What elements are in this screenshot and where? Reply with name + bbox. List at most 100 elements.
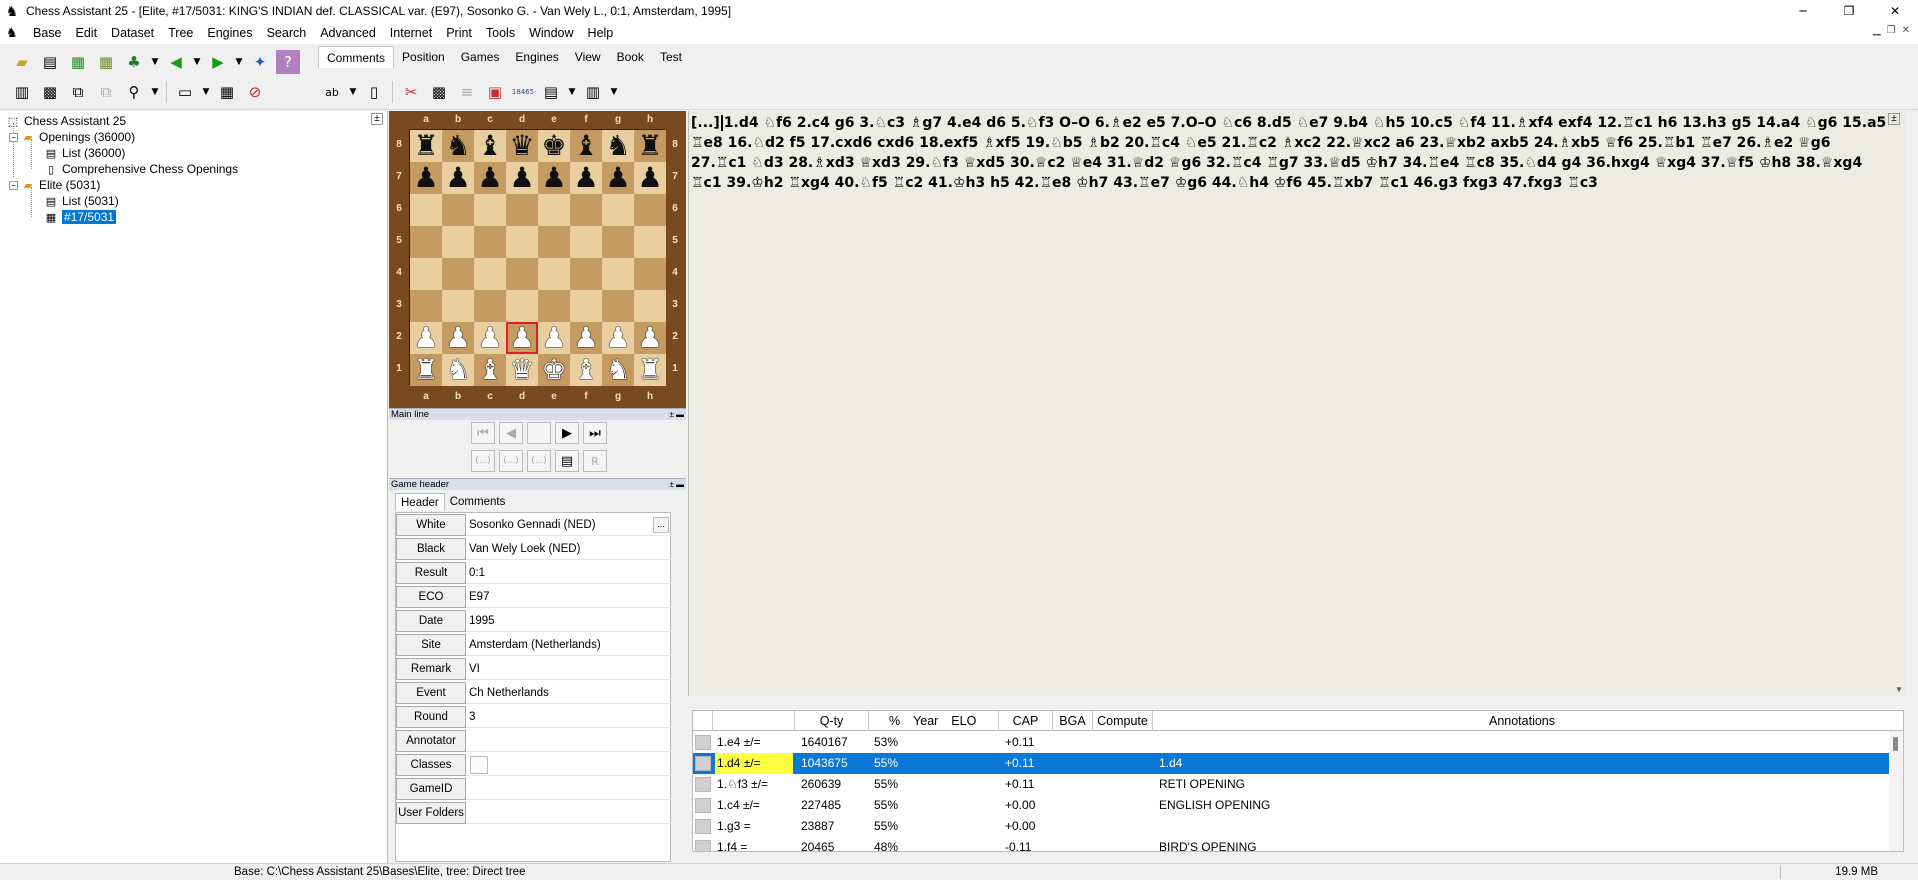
- black-king-icon[interactable]: ♚: [541, 132, 566, 160]
- menu-window[interactable]: Window: [522, 22, 580, 44]
- header-field-value[interactable]: Van Wely Loek (NED): [468, 538, 672, 560]
- last-move-button[interactable]: ⏭: [583, 422, 607, 444]
- square-f4[interactable]: [570, 258, 602, 290]
- header-field-value[interactable]: 0:1: [468, 562, 672, 584]
- menu-base[interactable]: Base: [26, 22, 69, 44]
- square-a1[interactable]: ♜: [410, 354, 442, 386]
- panel-collapse-icon[interactable]: ± ▬: [669, 479, 684, 491]
- white-pawn-icon[interactable]: ♟: [477, 324, 502, 352]
- analysis-dropdown-icon[interactable]: ▼: [565, 80, 579, 104]
- scroll-down-icon[interactable]: ▼: [1895, 685, 1903, 694]
- square-h3[interactable]: [634, 290, 666, 322]
- col-qty[interactable]: Q-ty: [795, 711, 869, 731]
- header-field-value[interactable]: [468, 778, 672, 800]
- square-h8[interactable]: ♜: [634, 130, 666, 162]
- mdi-minimize-icon[interactable]: ▁: [1873, 25, 1881, 36]
- tree-move-row[interactable]: 1.c4 ±/= 227485 55% +0.00 ENGLISH OPENING: [693, 795, 1889, 816]
- menu-tree[interactable]: Tree: [161, 22, 200, 44]
- black-bishop-icon[interactable]: ♝: [573, 132, 598, 160]
- header-field-value[interactable]: [468, 754, 672, 776]
- square-c5[interactable]: [474, 226, 506, 258]
- mdi-restore-icon[interactable]: ❐: [1887, 25, 1896, 36]
- header-field-value[interactable]: VI: [468, 658, 672, 680]
- square-h2[interactable]: ♟: [634, 322, 666, 354]
- col-pct-year-elo[interactable]: % Year ELO: [869, 711, 999, 731]
- square-c2[interactable]: ♟: [474, 322, 506, 354]
- square-a8[interactable]: ♜: [410, 130, 442, 162]
- square-f1[interactable]: ♝: [570, 354, 602, 386]
- white-knight-icon[interactable]: ♞: [605, 356, 630, 384]
- square-g4[interactable]: [602, 258, 634, 290]
- properties-icon[interactable]: ▥: [10, 80, 34, 104]
- row-handle-icon[interactable]: [695, 735, 711, 750]
- square-c1[interactable]: ♝: [474, 354, 506, 386]
- row-handle-icon[interactable]: [695, 756, 711, 771]
- tab-engines[interactable]: Engines: [507, 46, 566, 68]
- game-notation[interactable]: [...] 1.d4 ♘f6 2.c4 g6 3.♘c3 ♗g7 4.e4 d6 …: [691, 113, 1887, 193]
- square-e2[interactable]: ♟: [538, 322, 570, 354]
- square-f7[interactable]: ♟: [570, 162, 602, 194]
- square-d8[interactable]: ♛: [506, 130, 538, 162]
- tab-header[interactable]: Header: [395, 493, 445, 511]
- col-bga[interactable]: BGA: [1053, 711, 1093, 731]
- layout-dropdown-icon[interactable]: ▼: [607, 80, 621, 104]
- grid-icon[interactable]: ▦: [215, 80, 239, 104]
- header-field-value[interactable]: Sosonko Gennadi (NED): [468, 514, 672, 536]
- square-a7[interactable]: ♟: [410, 162, 442, 194]
- square-g8[interactable]: ♞: [602, 130, 634, 162]
- square-b7[interactable]: ♟: [442, 162, 474, 194]
- notation-moves[interactable]: 1.d4 ♘f6 2.c4 g6 3.♘c3 ♗g7 4.e4 d6 5.♘f3…: [691, 115, 1886, 191]
- notation-scrollbar[interactable]: ▼: [1892, 111, 1906, 696]
- col-annotations[interactable]: Annotations: [1153, 711, 1891, 731]
- square-h4[interactable]: [634, 258, 666, 290]
- header-field-value[interactable]: [468, 730, 672, 752]
- variation-button-3[interactable]: (...): [527, 450, 551, 472]
- square-c7[interactable]: ♟: [474, 162, 506, 194]
- tab-book[interactable]: Book: [609, 46, 652, 68]
- notation-panel[interactable]: [...] 1.d4 ♘f6 2.c4 g6 3.♘c3 ♗g7 4.e4 d6 …: [688, 111, 1906, 696]
- col-compute[interactable]: Compute: [1093, 711, 1153, 731]
- find-dropdown-icon[interactable]: ▼: [148, 80, 162, 104]
- tab-games[interactable]: Games: [453, 46, 508, 68]
- r-icon[interactable]: R: [583, 450, 607, 472]
- engine-icon[interactable]: ✦: [248, 50, 272, 74]
- white-pawn-icon[interactable]: ♟: [637, 324, 662, 352]
- tree-move-row[interactable]: 1.g3 = 23887 55% +0.00: [693, 816, 1889, 837]
- square-a5[interactable]: [410, 226, 442, 258]
- tree-move-row[interactable]: 1.d4 ±/= 1043675 55% +0.11 1.d4: [693, 753, 1889, 774]
- tab-position[interactable]: Position: [394, 46, 453, 68]
- cut-icon[interactable]: ✂: [399, 80, 423, 104]
- header-field-value[interactable]: Ch Netherlands: [468, 682, 672, 704]
- white-queen-icon[interactable]: ♛: [509, 356, 534, 384]
- header-field-value[interactable]: [468, 802, 672, 824]
- first-move-button[interactable]: ⏮: [471, 422, 495, 444]
- blank-move-button[interactable]: [527, 422, 551, 444]
- square-g5[interactable]: [602, 226, 634, 258]
- menu-engines[interactable]: Engines: [200, 22, 259, 44]
- square-g1[interactable]: ♞: [602, 354, 634, 386]
- black-pawn-icon[interactable]: ♟: [605, 164, 630, 192]
- game-list-icon[interactable]: ▤: [555, 450, 579, 472]
- square-e1[interactable]: ♚: [538, 354, 570, 386]
- square-f5[interactable]: [570, 226, 602, 258]
- square-e3[interactable]: [538, 290, 570, 322]
- tree-move-row[interactable]: 1.e4 ±/= 1640167 53% +0.11: [693, 732, 1889, 753]
- header-field-value[interactable]: E97: [468, 586, 672, 608]
- text-style-icon[interactable]: ab: [320, 80, 344, 104]
- square-h7[interactable]: ♟: [634, 162, 666, 194]
- square-g3[interactable]: [602, 290, 634, 322]
- browse-player-button[interactable]: ...: [653, 517, 669, 533]
- white-pawn-icon[interactable]: ♟: [541, 324, 566, 352]
- square-g2[interactable]: ♟: [602, 322, 634, 354]
- close-button[interactable]: ✕: [1872, 0, 1918, 22]
- maximize-button[interactable]: ❐: [1826, 0, 1872, 22]
- square-c6[interactable]: [474, 194, 506, 226]
- col-handle[interactable]: [693, 711, 713, 731]
- square-e4[interactable]: [538, 258, 570, 290]
- tab-view[interactable]: View: [567, 46, 609, 68]
- minimize-button[interactable]: ─: [1780, 0, 1826, 22]
- black-pawn-icon[interactable]: ♟: [541, 164, 566, 192]
- stop-icon[interactable]: ⊘: [243, 80, 267, 104]
- black-pawn-icon[interactable]: ♟: [477, 164, 502, 192]
- variation-button-2[interactable]: (...): [499, 450, 523, 472]
